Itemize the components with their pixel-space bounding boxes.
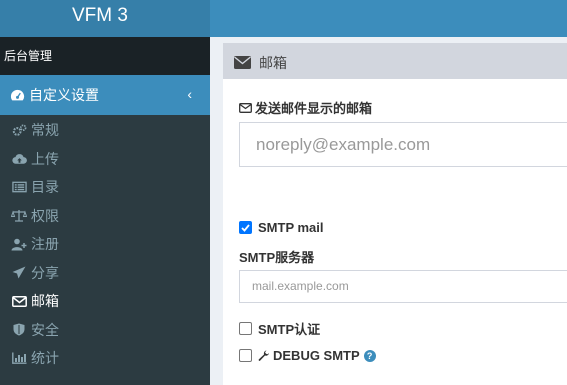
sidebar-item-statistics[interactable]: 统计 (0, 344, 210, 373)
main-content: 邮箱 发送邮件显示的邮箱 noreply@example.com SMTP ma… (210, 37, 567, 385)
app-logo[interactable]: VFM 3 (0, 0, 210, 37)
mail-settings-box: 邮箱 发送邮件显示的邮箱 noreply@example.com SMTP ma… (223, 43, 567, 385)
cogs-icon (11, 122, 27, 138)
sender-email-label: 发送邮件显示的邮箱 (239, 98, 372, 117)
smtp-server-label-text: SMTP服务器 (239, 250, 315, 265)
debug-smtp-label: DEBUG SMTP (273, 348, 360, 363)
bar-chart-icon (11, 350, 27, 366)
debug-smtp-checkbox[interactable] (239, 349, 252, 362)
dashboard-icon (9, 87, 25, 103)
envelope-outline-icon (239, 102, 252, 113)
envelope-icon (11, 293, 27, 309)
smtp-mail-checkbox[interactable] (239, 221, 252, 234)
smtp-server-label: SMTP服务器 (239, 247, 314, 266)
sidebar-menu-custom-settings[interactable]: 自定义设置 ‹ (0, 75, 210, 115)
top-navbar: VFM 3 (0, 0, 567, 37)
sidebar-item-label: 常规 (31, 122, 59, 139)
envelope-icon (234, 56, 251, 69)
sidebar-item-mail[interactable]: 邮箱 (0, 287, 210, 316)
smtp-mail-row: SMTP mail (239, 220, 324, 235)
sidebar-menu-label: 自定义设置 (29, 87, 99, 103)
smtp-auth-label: SMTP认证 (258, 322, 321, 337)
sidebar-item-label: 注册 (31, 236, 59, 253)
sidebar-item-label: 统计 (31, 350, 59, 367)
sidebar-item-label: 安全 (31, 321, 59, 338)
sidebar-submenu: 常规 上传 目录 权限 注册 分享 邮箱 安全 统计 (0, 115, 210, 385)
sidebar-item-permissions[interactable]: 权限 (0, 202, 210, 231)
shield-icon (11, 322, 27, 338)
sidebar-item-general[interactable]: 常规 (0, 116, 210, 145)
list-icon (11, 179, 27, 195)
sidebar-item-label: 上传 (31, 150, 59, 167)
sidebar-item-label: 分享 (31, 264, 59, 281)
sender-email-input[interactable]: noreply@example.com (239, 122, 567, 167)
wrench-icon (258, 350, 270, 362)
box-title: 邮箱 (259, 54, 287, 71)
sidebar-item-label: 邮箱 (31, 293, 59, 310)
sidebar-item-security[interactable]: 安全 (0, 316, 210, 345)
smtp-mail-label: SMTP mail (258, 220, 324, 235)
sidebar: 后台管理 自定义设置 ‹ 常规 上传 目录 权限 注册 分享 邮箱 安全 统计 (0, 37, 210, 385)
smtp-auth-row: SMTP认证 (239, 319, 320, 338)
sidebar-header: 后台管理 (0, 37, 210, 75)
chevron-left-icon: ‹ (187, 86, 192, 102)
sidebar-item-label: 权限 (31, 207, 59, 224)
sidebar-item-share[interactable]: 分享 (0, 259, 210, 288)
debug-smtp-row: DEBUG SMTP ? (239, 348, 376, 363)
sidebar-item-label: 目录 (31, 179, 59, 196)
sidebar-item-directory[interactable]: 目录 (0, 173, 210, 202)
smtp-auth-checkbox[interactable] (239, 322, 252, 335)
sidebar-item-register[interactable]: 注册 (0, 230, 210, 259)
smtp-server-input[interactable]: mail.example.com (239, 270, 567, 303)
sidebar-item-upload[interactable]: 上传 (0, 145, 210, 174)
box-header: 邮箱 (223, 46, 567, 79)
balance-icon (11, 208, 27, 224)
user-plus-icon (11, 236, 27, 252)
cloud-upload-icon (11, 151, 27, 167)
help-icon[interactable]: ? (363, 349, 376, 362)
sender-email-label-text: 发送邮件显示的邮箱 (255, 101, 373, 116)
paper-plane-icon (11, 265, 27, 281)
